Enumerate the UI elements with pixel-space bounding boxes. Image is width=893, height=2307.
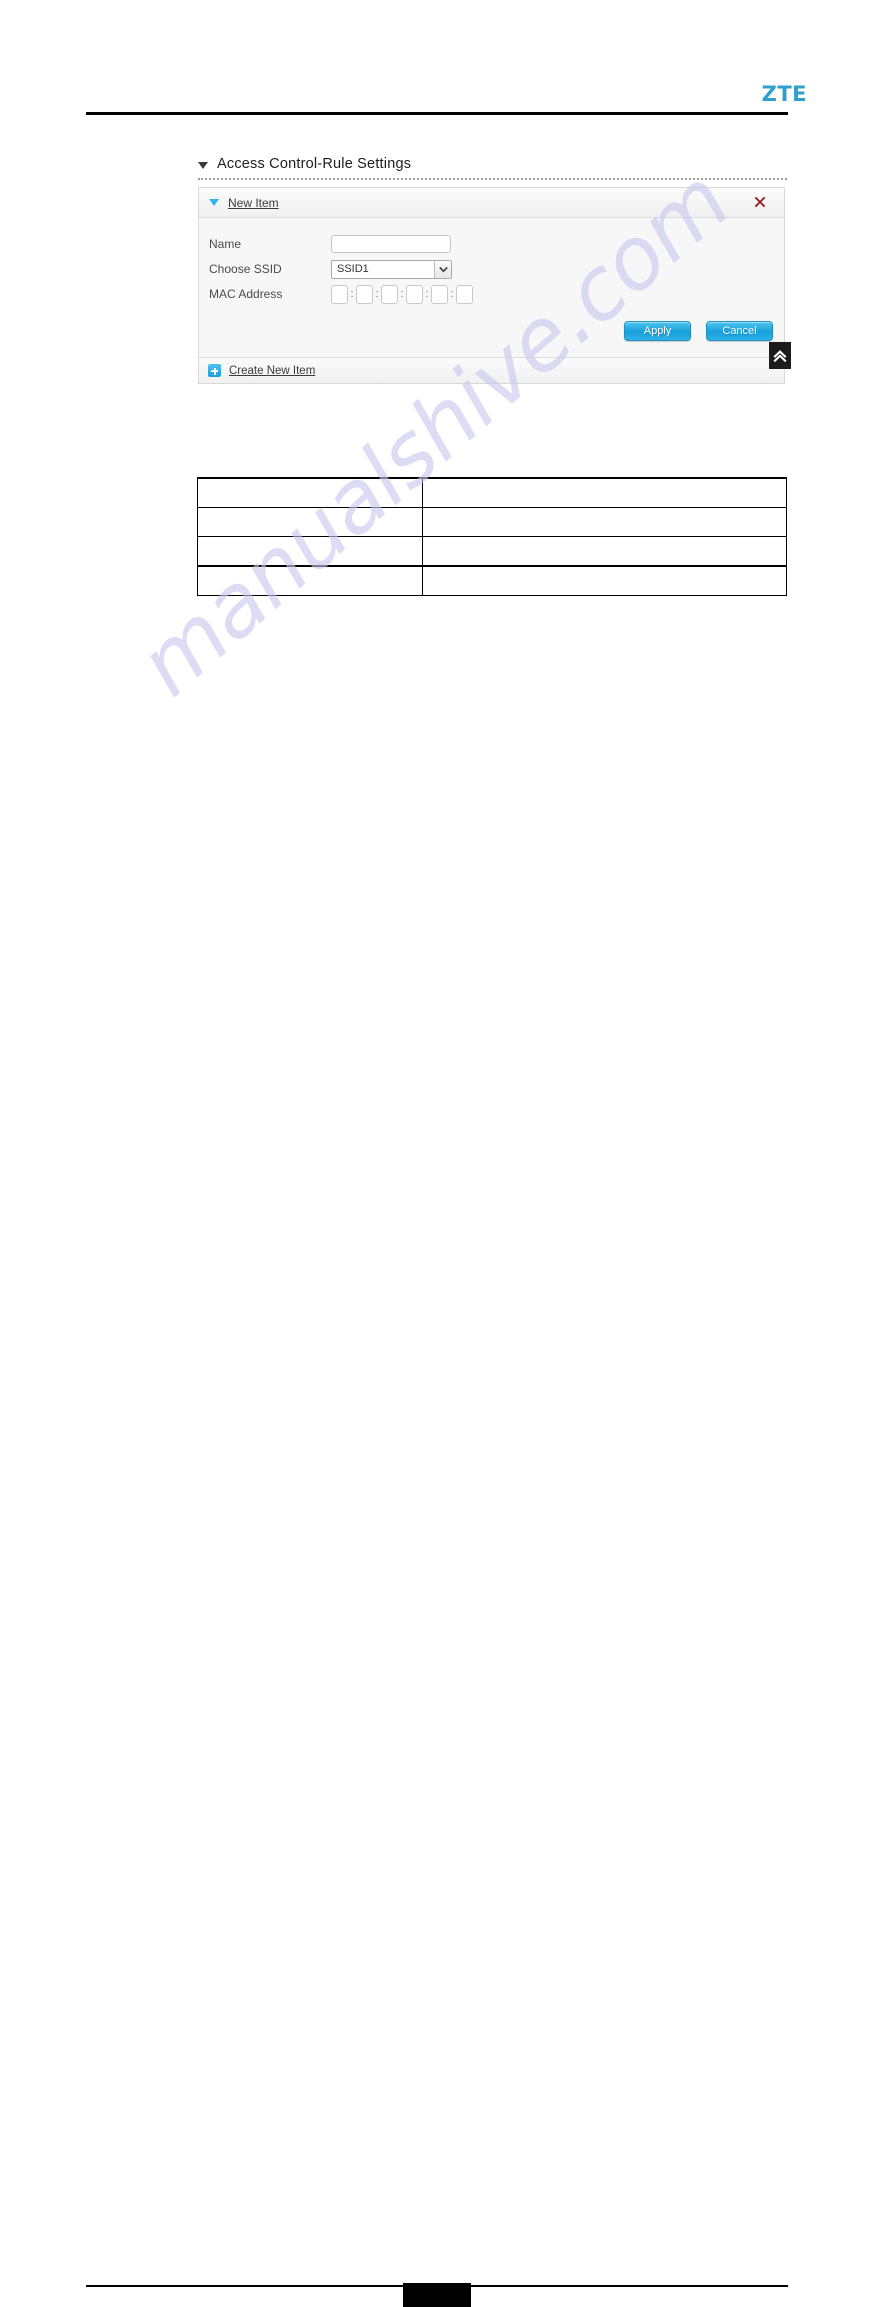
table-cell — [197, 477, 423, 508]
mac-separator: : — [375, 288, 379, 300]
section-title: Access Control-Rule Settings — [198, 156, 788, 172]
mac-address-label: MAC Address — [209, 287, 283, 301]
parameter-description-table — [197, 477, 788, 596]
form-row-name: Name — [199, 232, 784, 256]
double-chevron-up-icon[interactable] — [769, 342, 791, 369]
section-title-label: Access Control-Rule Settings — [217, 156, 412, 172]
table-cell — [197, 507, 423, 537]
table-cell — [197, 536, 423, 567]
new-item-header: New Item — [199, 188, 784, 218]
table-cell — [421, 477, 788, 508]
table-row — [197, 565, 788, 596]
name-label: Name — [209, 237, 242, 251]
mac-octet-1[interactable] — [331, 284, 348, 304]
caret-down-icon[interactable] — [209, 199, 219, 206]
choose-ssid-label: Choose SSID — [209, 262, 282, 276]
table-cell — [421, 507, 788, 537]
panel-footer: Create New Item — [199, 357, 784, 383]
access-control-rule-panel: New Item Name Choose SSID SSID1 MAC Addr… — [198, 187, 785, 384]
page-footer — [0, 1133, 893, 2307]
form-row-choose-ssid: Choose SSID SSID1 — [199, 257, 784, 281]
caret-down-icon[interactable] — [198, 161, 208, 169]
mac-separator: : — [400, 288, 404, 300]
section-dotted-divider — [198, 178, 787, 181]
form-actions: Apply Cancel — [199, 307, 784, 345]
mac-octet-6[interactable] — [456, 284, 473, 304]
mac-octet-5[interactable] — [431, 284, 448, 304]
choose-ssid-select-wrap: SSID1 — [331, 259, 452, 279]
mac-octet-3[interactable] — [381, 284, 398, 304]
header-divider — [86, 112, 788, 115]
mac-separator: : — [425, 288, 429, 300]
chevron-down-icon[interactable] — [434, 260, 451, 278]
table-cell — [421, 536, 788, 567]
close-x-icon[interactable] — [752, 194, 768, 210]
mac-address-group: : : : : : — [331, 284, 473, 304]
new-item-label[interactable]: New Item — [228, 196, 279, 210]
table-row — [197, 477, 788, 508]
apply-button[interactable]: Apply — [624, 321, 691, 341]
table-cell — [421, 565, 788, 596]
zte-logo: ZTE — [761, 82, 807, 106]
cancel-button[interactable]: Cancel — [706, 321, 773, 341]
mac-separator: : — [350, 288, 354, 300]
mac-separator: : — [450, 288, 454, 300]
table-row — [197, 507, 788, 537]
form-row-mac-address: MAC Address : : : : : — [199, 282, 784, 306]
plus-square-icon[interactable] — [208, 364, 221, 377]
table-cell — [197, 565, 423, 596]
new-item-form: Name Choose SSID SSID1 MAC Address : ::… — [199, 218, 784, 357]
mac-octet-2[interactable] — [356, 284, 373, 304]
mac-octet-4[interactable] — [406, 284, 423, 304]
table-row — [197, 536, 788, 567]
page-header: ZTE — [0, 0, 893, 120]
page-number-redaction — [403, 2283, 471, 2307]
table-body — [197, 477, 788, 596]
name-input[interactable] — [331, 235, 451, 253]
create-new-item-link[interactable]: Create New Item — [229, 365, 315, 377]
